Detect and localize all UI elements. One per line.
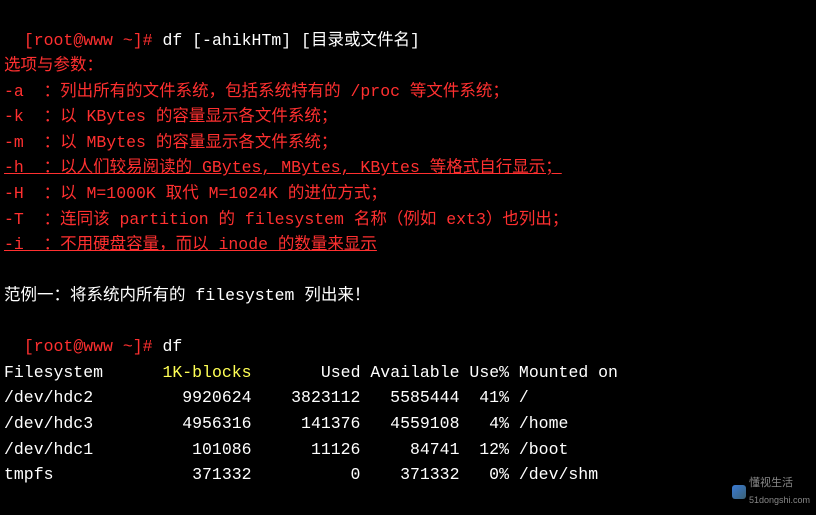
option-line: -T ：连同该 partition 的 filesystem 名称（例如 ext… <box>0 207 816 233</box>
df-row: /dev/hdc1 101086 11126 84741 12% /boot <box>0 437 816 463</box>
watermark-logo-icon <box>732 485 746 499</box>
shell-prompt: [root@www ~]# <box>24 337 163 356</box>
options-header: 选项与参数： <box>0 53 816 79</box>
df-header-row: Filesystem 1K-blocks Used Available Use%… <box>0 360 816 386</box>
col-mounted: Mounted on <box>509 363 618 382</box>
watermark-url: 51dongshi.com <box>749 495 810 505</box>
shell-command: df <box>162 337 182 356</box>
watermark: 懂视生活 51dongshi.com <box>732 475 810 509</box>
col-used: Used <box>252 363 361 382</box>
col-available: Available <box>360 363 459 382</box>
option-line: -a ：列出所有的文件系统，包括系统特有的 /proc 等文件系统； <box>0 79 816 105</box>
option-line: -k ：以 KBytes 的容量显示各文件系统； <box>0 104 816 130</box>
prompt-line-1: [root@www ~]# df [-ahikHTm] [目录或文件名] <box>0 2 816 53</box>
options-list: -a ：列出所有的文件系统，包括系统特有的 /proc 等文件系统；-k ：以 … <box>0 79 816 258</box>
shell-prompt: [root@www ~]# <box>24 31 163 50</box>
col-1kblocks: 1K-blocks <box>133 363 252 382</box>
df-row: tmpfs 371332 0 371332 0% /dev/shm <box>0 462 816 488</box>
col-filesystem: Filesystem <box>4 363 133 382</box>
shell-command: df [-ahikHTm] [目录或文件名] <box>162 31 419 50</box>
example-label: 范例一：将系统内所有的 filesystem 列出来！ <box>0 283 816 309</box>
option-line: -i ：不用硬盘容量，而以 inode 的数量来显示 <box>0 232 816 258</box>
df-row: /dev/hdc2 9920624 3823112 5585444 41% / <box>0 385 816 411</box>
df-table-body: /dev/hdc2 9920624 3823112 5585444 41% //… <box>0 385 816 487</box>
option-line: -h ：以人们较易阅读的 GBytes, MBytes, KBytes 等格式自… <box>0 155 816 181</box>
col-usepct: Use% <box>460 363 510 382</box>
blank-line <box>0 258 816 284</box>
prompt-line-2: [root@www ~]# df <box>0 309 816 360</box>
df-row: /dev/hdc3 4956316 141376 4559108 4% /hom… <box>0 411 816 437</box>
watermark-brand: 懂视生活 <box>749 477 793 489</box>
option-line: -H ：以 M=1000K 取代 M=1024K 的进位方式； <box>0 181 816 207</box>
option-line: -m ：以 MBytes 的容量显示各文件系统； <box>0 130 816 156</box>
